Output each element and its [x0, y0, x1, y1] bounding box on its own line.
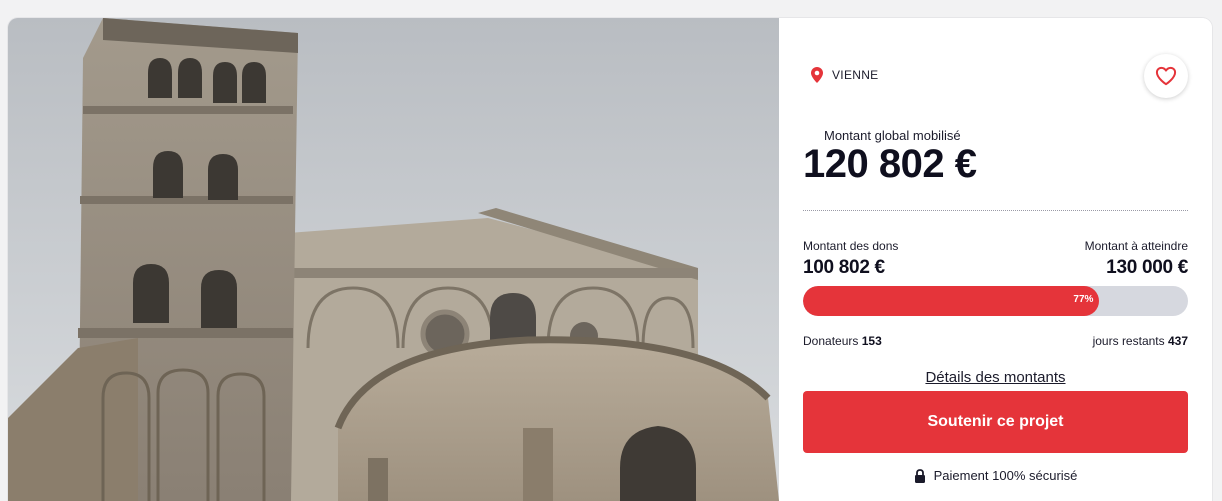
days-remaining: jours restants 437: [1093, 334, 1188, 348]
donors-value: 153: [861, 334, 882, 348]
donations-block: Montant des dons 100 802 €: [803, 239, 898, 279]
project-card: VIENNE Montant global mobilisé 120 802 €…: [8, 18, 1212, 501]
donations-value: 100 802 €: [803, 257, 885, 278]
secure-payment-note: Paiement 100% sécurisé: [779, 468, 1212, 483]
support-project-button[interactable]: Soutenir ce projet: [803, 391, 1188, 453]
location-name: VIENNE: [832, 68, 879, 82]
map-pin-icon: [811, 67, 823, 83]
target-block: Montant à atteindre 130 000 €: [1084, 239, 1189, 279]
funding-progress-percent: 77%: [1073, 294, 1094, 305]
global-amount-value: 120 802 €: [803, 142, 977, 186]
donors-label: Donateurs: [803, 334, 859, 348]
dotted-divider: [803, 210, 1188, 211]
days-label: jours restants: [1092, 334, 1165, 348]
amount-details-link[interactable]: Détails des montants: [779, 369, 1212, 386]
days-value: 437: [1167, 334, 1188, 348]
donors-count: Donateurs 153: [803, 334, 882, 348]
donations-label: Montant des dons: [803, 239, 899, 253]
target-label: Montant à atteindre: [1084, 239, 1188, 253]
location: VIENNE: [811, 67, 878, 83]
heart-outline-icon: [1155, 66, 1177, 86]
project-info-panel: VIENNE Montant global mobilisé 120 802 €…: [779, 18, 1212, 501]
favorite-button[interactable]: [1144, 54, 1188, 98]
secure-payment-text: Paiement 100% sécurisé: [933, 468, 1078, 483]
global-amount-label: Montant global mobilisé: [824, 128, 961, 143]
project-photo: [8, 18, 779, 501]
padlock-icon: [914, 468, 925, 483]
target-value: 130 000 €: [1106, 257, 1188, 278]
funding-progress-fill: 77%: [803, 286, 1100, 316]
funding-progress-bar: 77%: [803, 286, 1188, 316]
